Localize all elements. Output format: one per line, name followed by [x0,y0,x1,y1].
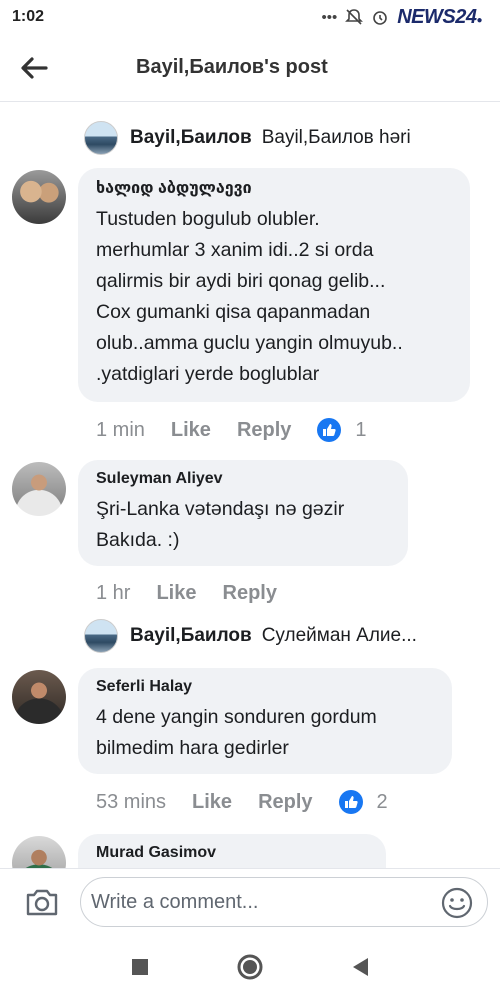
status-bar: 1:02 ••• NEWS24● [0,0,500,34]
system-nav-bar [0,934,500,1000]
comment-meta: 53 mins Like Reply 2 [96,790,388,814]
comment-text: 4 dene yangin sonduren gordum bilmedim h… [96,706,377,759]
avatar[interactable] [12,170,66,224]
comment-author[interactable]: Murad Gasimov [96,844,368,862]
status-icons: ••• NEWS24● [321,6,482,29]
like-button[interactable]: Like [192,791,232,814]
back-button[interactable] [4,38,64,98]
share-text: Сулейман Алие... [261,625,417,646]
camera-icon [26,889,58,915]
notification-dots-icon: ••• [321,8,338,26]
reply-button[interactable]: Reply [223,582,277,605]
alarm-icon [373,11,388,25]
comment-author[interactable]: Suleyman Aliyev [96,470,390,488]
page-title: Bayil,Баилов's post [136,56,328,78]
page-avatar[interactable] [84,619,118,653]
comments-feed[interactable]: Bayil,Баилов Bayil,Баилов həri ხალიდ აბდ… [0,102,500,868]
back-nav-button[interactable] [345,952,375,982]
home-button[interactable] [235,952,265,982]
page-avatar[interactable] [84,121,118,155]
triangle-back-icon [353,958,368,976]
thumbs-up-icon[interactable] [317,418,342,442]
comment-text: Tustuden bogulub olubler. merhumlar 3 xa… [96,208,403,385]
post-header: Bayil,Баилов's post [0,34,500,102]
comment-time: 1 hr [96,582,131,604]
avatar[interactable] [12,462,66,516]
reply-button[interactable]: Reply [237,419,291,442]
reply-button[interactable]: Reply [258,791,312,814]
smiley-icon[interactable] [441,887,473,919]
camera-button[interactable] [22,882,62,922]
comment-time: 53 mins [96,790,167,813]
comment-bubble: Murad Gasimov [78,834,386,868]
like-button[interactable]: Like [156,582,196,605]
comment-meta: 1 min Like Reply 1 [96,418,367,442]
comment-text: Şri-Lanka vətəndaşı nə gəzir Bakıda. :) [96,498,345,551]
like-button[interactable]: Like [171,419,211,442]
home-circle-icon [237,954,263,980]
square-icon [132,959,148,975]
share-text: Bayil,Баилов həri [261,127,411,148]
share-author[interactable]: Bayil,Баилов [130,127,252,149]
comment-meta: 1 hr Like Reply [96,582,303,605]
share-row[interactable]: Bayil,Баилов Сулейман Алие... [84,618,417,654]
recents-button[interactable] [125,952,155,982]
comment-bubble: Seferli Halay 4 dene yangin sonduren gor… [78,668,452,774]
comment-time: 1 min [96,418,145,441]
arrow-left-icon [21,56,48,79]
reaction-count[interactable]: 1 [355,419,366,442]
comment-input[interactable]: Write a comment... [80,877,488,927]
comment-bubble: ხალიდ აბდულაევი Tustuden bogulub olubler… [78,168,470,402]
share-row[interactable]: Bayil,Баилов Bayil,Баилов həri [84,120,411,156]
comment-author[interactable]: Seferli Halay [96,678,434,696]
news24-logo: NEWS24● [397,5,482,28]
avatar[interactable] [12,836,66,868]
share-author[interactable]: Bayil,Баилов [130,625,252,647]
comment-author[interactable]: ხალიდ აბდულაევი [96,178,452,198]
comment-composer: Write a comment... [0,868,500,934]
mute-icon [345,9,364,25]
comment-placeholder: Write a comment... [91,890,259,913]
avatar[interactable] [12,670,66,724]
status-time: 1:02 [12,8,45,25]
reaction-count[interactable]: 2 [377,791,388,814]
thumbs-up-icon[interactable] [338,790,363,814]
comment-bubble: Suleyman Aliyev Şri-Lanka vətəndaşı nə g… [78,460,408,566]
